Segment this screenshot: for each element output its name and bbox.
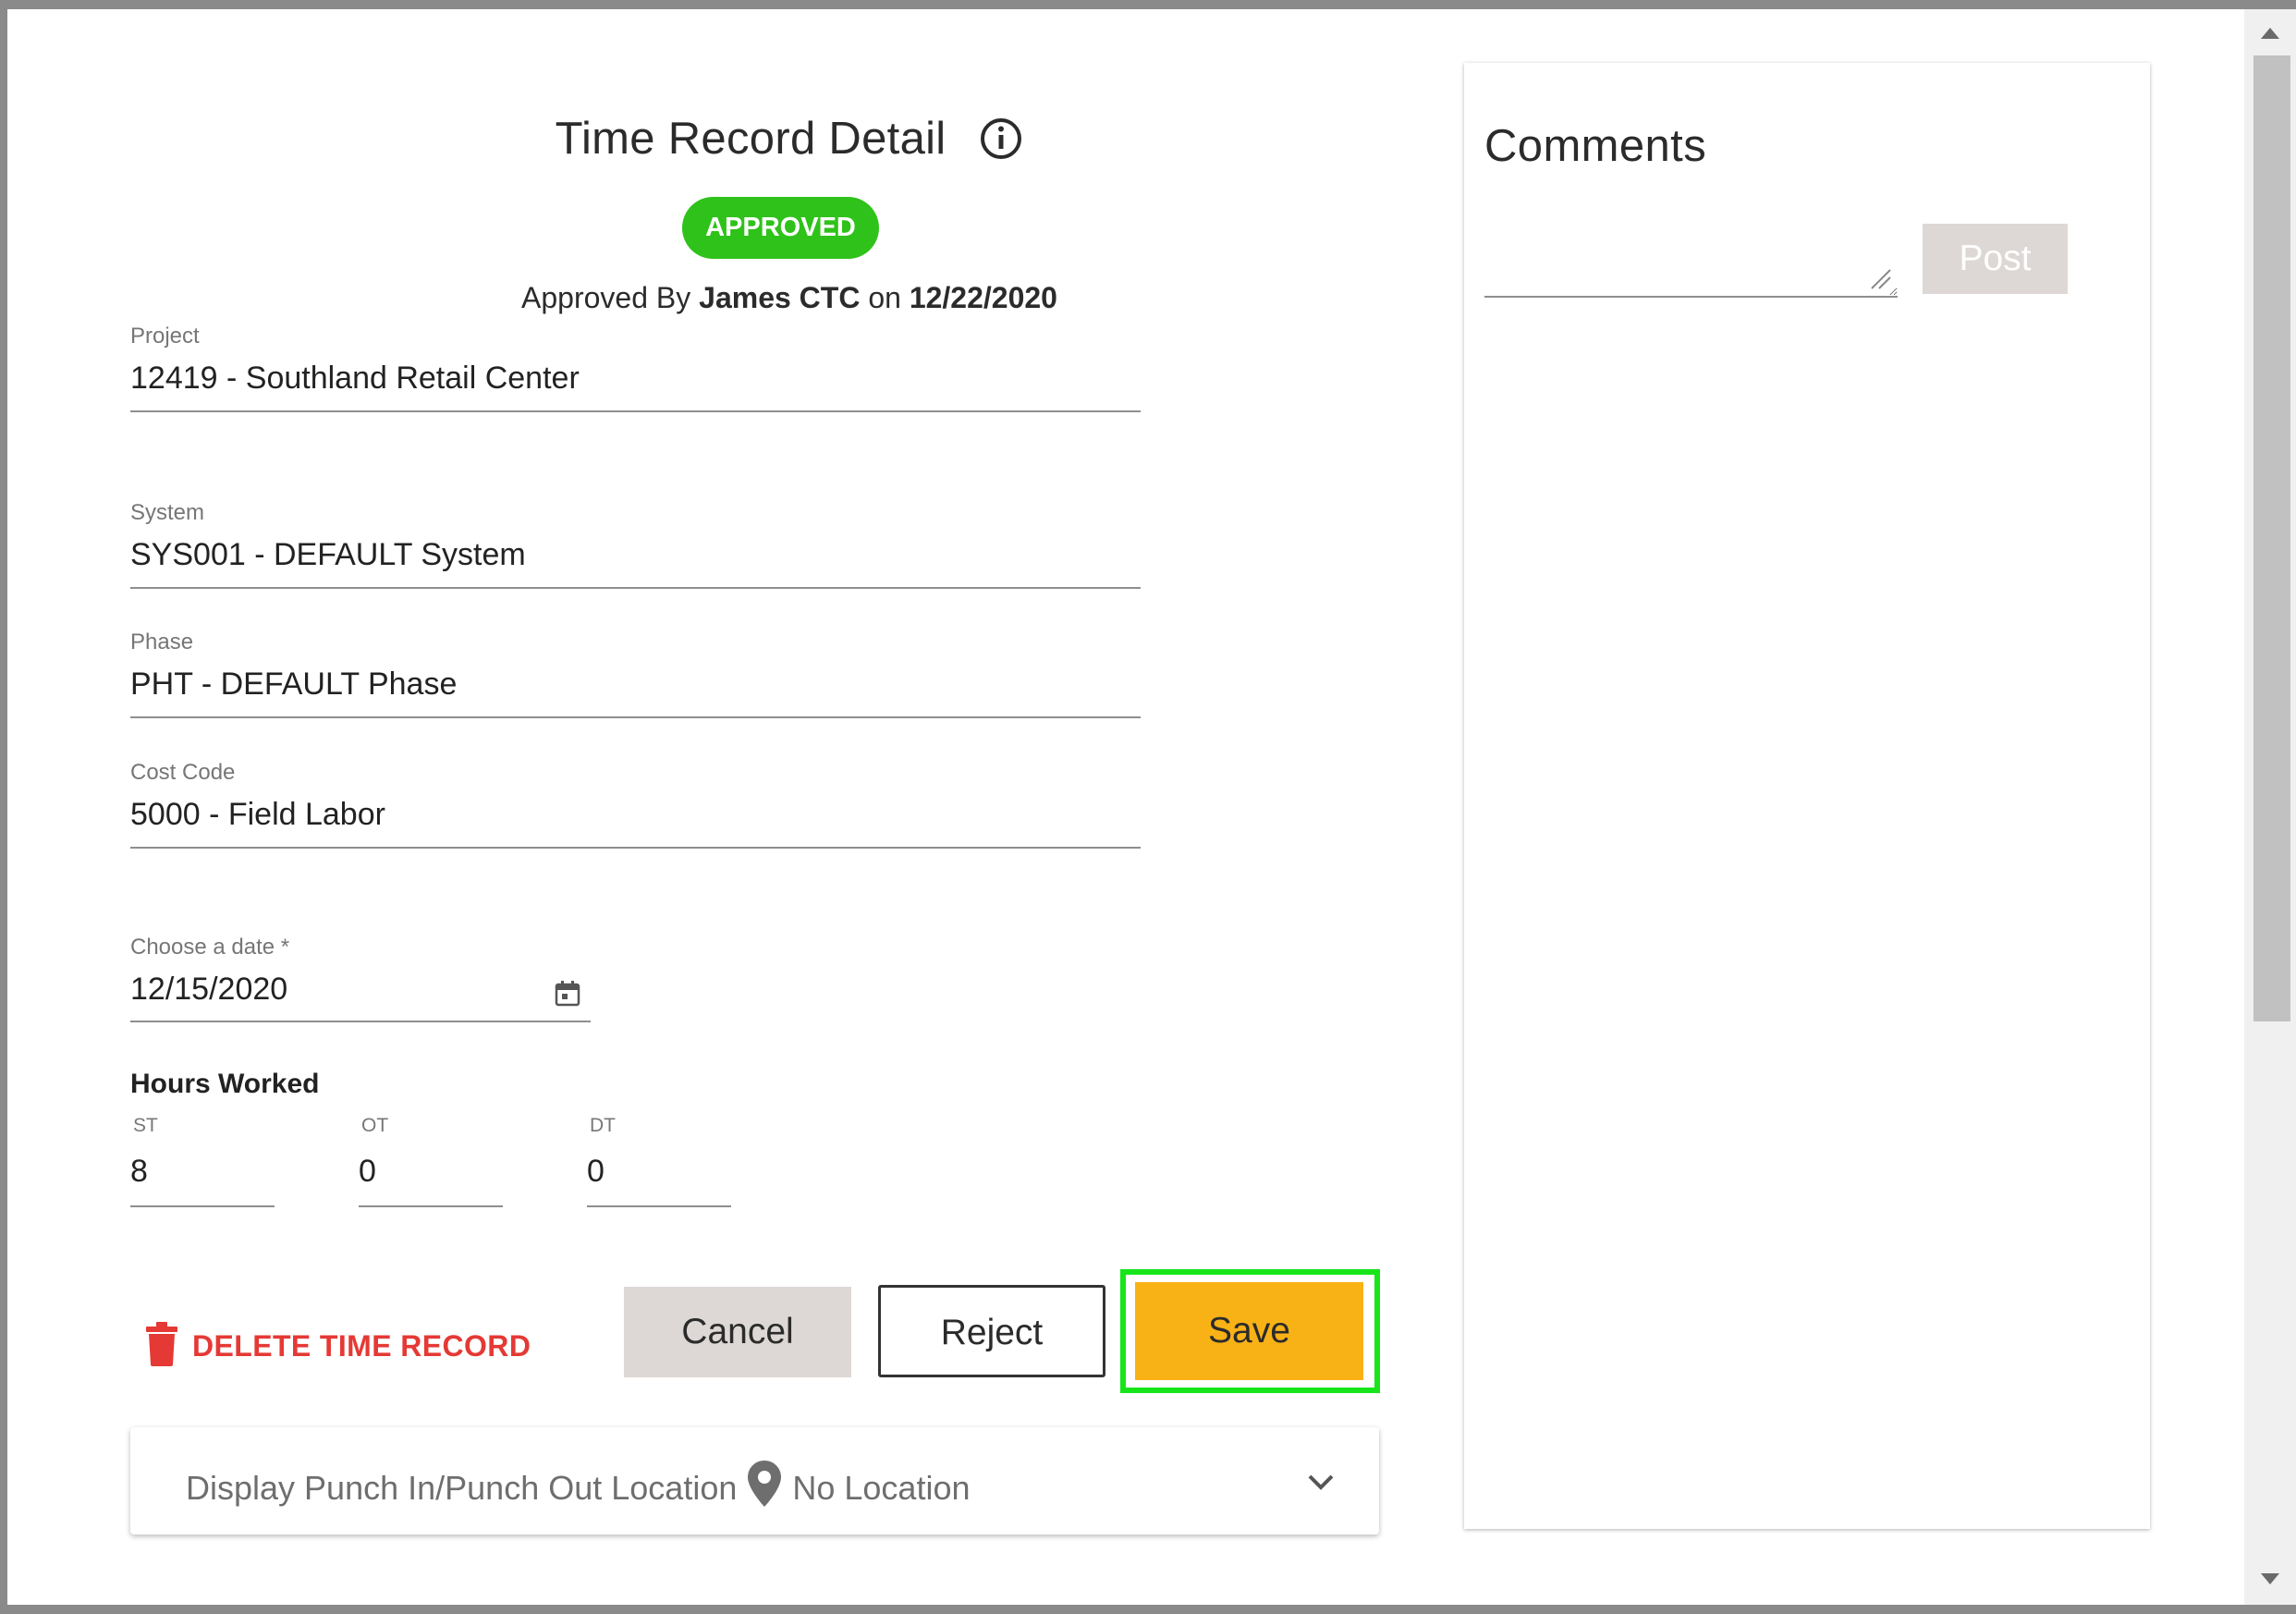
delete-time-record-button[interactable]: DELETE TIME RECORD <box>144 1318 531 1374</box>
system-label: System <box>130 500 205 525</box>
phase-label: Phase <box>130 630 194 654</box>
comment-input[interactable] <box>1484 227 1898 298</box>
system-underline <box>130 587 1141 589</box>
location-value: No Location <box>792 1468 971 1507</box>
status-badge: APPROVED <box>682 197 879 259</box>
calendar-icon[interactable] <box>554 980 581 1012</box>
project-label: Project <box>130 324 200 348</box>
info-icon[interactable] <box>979 116 1023 172</box>
phase-underline <box>130 716 1141 718</box>
cost-code-underline <box>130 847 1141 849</box>
st-label: ST <box>133 1115 158 1136</box>
approver-name: James CTC <box>699 281 861 314</box>
dt-label: DT <box>590 1115 616 1136</box>
post-button[interactable]: Post <box>1923 224 2068 294</box>
title-text: Time Record Detail <box>555 114 946 164</box>
chevron-down-icon[interactable] <box>1307 1473 1335 1497</box>
date-underline <box>130 1021 591 1022</box>
location-header: Display Punch In/Punch Out Location No L… <box>186 1461 971 1515</box>
page-title: Time Record Detail <box>7 113 1571 172</box>
trash-icon <box>144 1321 179 1371</box>
resize-grip-icon[interactable] <box>1868 266 1892 295</box>
save-button[interactable]: Save <box>1135 1282 1363 1380</box>
phase-field[interactable]: Phase PHT - DEFAULT Phase <box>130 630 1141 718</box>
vertical-scrollbar[interactable] <box>2244 9 2296 1605</box>
reject-button[interactable]: Reject <box>878 1285 1105 1377</box>
dt-hours-field[interactable]: DT 0 <box>587 1115 731 1207</box>
approved-by-prefix: Approved By <box>521 281 691 314</box>
location-label: Display Punch In/Punch Out Location <box>186 1468 738 1507</box>
approved-by-line: Approved By James CTC on 12/22/2020 <box>7 281 1571 315</box>
punch-location-panel[interactable]: Display Punch In/Punch Out Location No L… <box>130 1427 1379 1535</box>
approved-on-word: on <box>868 281 901 314</box>
comments-panel: Comments Post <box>1464 63 2150 1529</box>
st-underline <box>130 1205 275 1207</box>
date-label: Choose a date * <box>130 935 290 960</box>
st-value[interactable]: 8 <box>130 1154 275 1190</box>
hours-worked-heading: Hours Worked <box>130 1069 320 1099</box>
project-underline <box>130 410 1141 412</box>
time-record-dialog: Time Record Detail APPROVED Approved By … <box>7 9 2296 1605</box>
comments-title: Comments <box>1484 121 1707 171</box>
ot-value[interactable]: 0 <box>359 1154 503 1190</box>
date-field[interactable]: Choose a date * 12/15/2020 <box>130 935 591 1023</box>
cancel-button[interactable]: Cancel <box>624 1287 851 1377</box>
system-field[interactable]: System SYS001 - DEFAULT System <box>130 500 1141 589</box>
phase-value[interactable]: PHT - DEFAULT Phase <box>130 666 1141 703</box>
ot-label: OT <box>361 1115 389 1136</box>
approved-date: 12/22/2020 <box>909 281 1057 314</box>
scroll-up-arrow-icon[interactable] <box>2259 26 2281 45</box>
dt-underline <box>587 1205 731 1207</box>
location-pin-icon <box>748 1461 782 1515</box>
delete-label: DELETE TIME RECORD <box>192 1328 531 1363</box>
scroll-down-arrow-icon[interactable] <box>2259 1571 2281 1591</box>
cost-code-value[interactable]: 5000 - Field Labor <box>130 797 1141 833</box>
ot-underline <box>359 1205 503 1207</box>
dt-value[interactable]: 0 <box>587 1154 731 1190</box>
project-field[interactable]: Project 12419 - Southland Retail Center <box>130 324 1141 412</box>
ot-hours-field[interactable]: OT 0 <box>359 1115 503 1207</box>
cost-code-field[interactable]: Cost Code 5000 - Field Labor <box>130 760 1141 849</box>
cost-code-label: Cost Code <box>130 760 236 785</box>
project-value[interactable]: 12419 - Southland Retail Center <box>130 361 1141 397</box>
date-value[interactable]: 12/15/2020 <box>130 972 591 1008</box>
st-hours-field[interactable]: ST 8 <box>130 1115 275 1207</box>
scrollbar-thumb[interactable] <box>2253 55 2290 1021</box>
system-value[interactable]: SYS001 - DEFAULT System <box>130 537 1141 573</box>
